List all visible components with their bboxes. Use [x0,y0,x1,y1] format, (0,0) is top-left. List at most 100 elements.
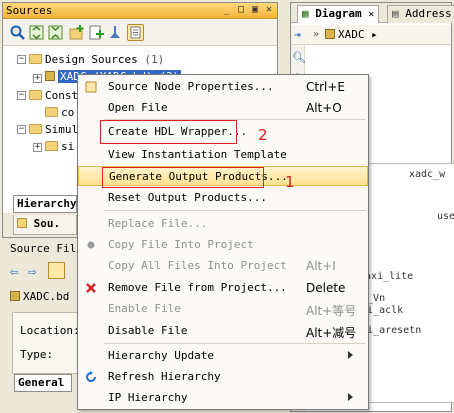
menu-view-instantiation-template[interactable]: View Instantiation Template [78,145,368,165]
menu-label: Reset Output Products... [108,191,267,204]
close-icon[interactable]: ✕ [263,4,275,16]
collapse-all-icon[interactable] [28,24,45,41]
submenu-arrow-icon [348,351,353,359]
menu-enable-file[interactable]: Enable File Alt+等号 [78,299,368,319]
tree-label: Simul [45,123,79,136]
location-label: Location: [20,324,80,337]
expand-toggle[interactable]: + [33,143,42,152]
menu-ip-hierarchy[interactable]: IP Hierarchy [78,388,368,408]
back-arrow-icon[interactable]: ⇦ [10,264,18,280]
sources-toolbar [3,20,277,46]
block-design-icon [45,71,55,81]
block-title: xadc_w [409,169,446,180]
expand-all-icon[interactable] [47,24,64,41]
folder-icon [29,124,42,134]
address-tab-label: Address [405,7,452,20]
tab-address[interactable]: ▤ Address [387,5,454,23]
block-design-icon [325,29,335,39]
diagram-tab-label: Diagram [315,7,362,20]
expand-toggle[interactable]: − [17,55,26,64]
menu-separator [104,343,366,344]
menu-copy-all-files-into-project[interactable]: Copy All Files Into Project Alt+I [78,256,368,276]
props-toolbar: ⇦ ⇨ [10,262,74,280]
pin-icon[interactable]: ⇥ [294,28,301,41]
sources-tab-icon [17,218,27,228]
copy-dot-icon [85,239,97,251]
refresh-icon [85,371,97,383]
restore-icon[interactable]: □ [235,4,247,16]
search-icon[interactable] [9,24,26,41]
tree-item-sim[interactable]: si [45,139,74,154]
diagram-breadcrumb: ⇥ » XADC ▸ [291,25,451,45]
menu-shortcut: Alt+O [306,101,342,115]
show-properties-icon[interactable] [127,24,144,41]
menu-label: Remove File from Project... [108,281,287,294]
menu-open-file[interactable]: Open File Alt+O [78,98,368,118]
menu-label: IP Hierarchy [108,391,188,404]
expand-toggle[interactable]: − [17,91,26,100]
props-file: XADC.bd [10,290,69,303]
menu-shortcut: Delete [306,281,346,295]
context-menu: Source Node Properties... Ctrl+E Open Fi… [77,74,369,410]
close-icon[interactable]: ✕ [368,9,374,20]
add-file-icon[interactable] [88,24,105,41]
expand-toggle[interactable]: + [33,74,42,83]
folder-icon [45,141,58,151]
properties-icon [85,81,97,93]
minimize-icon[interactable]: _ [221,4,233,16]
menu-replace-file[interactable]: Replace File... [78,214,368,234]
callout-number-2: 2 [258,126,268,144]
menu-label: View Instantiation Template [108,148,287,161]
add-sources-icon[interactable] [69,24,86,41]
menu-separator [104,210,366,211]
tree-item-constraints[interactable]: Const [29,88,78,103]
menu-refresh-hierarchy[interactable]: Refresh Hierarchy [78,367,368,387]
tree-count: (1) [144,53,165,66]
menu-shortcut: Alt+等号 [306,304,357,318]
move-up-icon[interactable] [107,24,124,41]
maximize-icon[interactable]: ▣ [249,4,261,16]
submenu-arrow-icon [348,393,353,401]
tree-label: si [61,140,75,153]
forward-arrow-icon[interactable]: ⇨ [28,264,36,280]
menu-label: Source Node Properties... [108,80,274,93]
menu-label: Replace File... [108,217,208,230]
zoom-in-icon[interactable]: 🔍︎ [292,51,306,64]
menu-label: Hierarchy Update [108,349,214,362]
tab-hierarchy[interactable]: Hierarchy [13,195,77,213]
menu-shortcut: Alt+减号 [306,326,357,340]
tree-label: Design Sources [45,53,138,66]
tree-item-simulation[interactable]: Simul [29,122,78,137]
block-label-use: use [437,211,454,222]
breadcrumb-xadc[interactable]: XADC ▸ [325,28,378,41]
tab-general[interactable]: General [14,374,72,392]
tab-diagram[interactable]: ▦ Diagram ✕ [297,5,380,23]
tree-item-design-sources[interactable]: Design Sources (1) [29,52,164,67]
type-label: Type: [20,348,54,361]
props-title: Source File [10,242,83,255]
menu-shortcut: Alt+I [306,259,336,273]
menu-label: Disable File [108,324,188,337]
menu-shortcut: Ctrl+E [306,80,345,94]
sources-header: Sources _ □ ▣ ✕ [3,3,277,19]
expand-toggle[interactable]: − [17,125,26,134]
menu-remove-file-from-project[interactable]: Remove File from Project... Delete [78,278,368,298]
menu-label: Copy File Into Project [108,238,254,251]
block-design-icon [10,291,20,301]
menu-disable-file[interactable]: Disable File Alt+减号 [78,321,368,341]
menu-label: Enable File [108,302,181,315]
folder-icon [29,90,42,100]
tab-sources[interactable]: Sou. [13,215,77,235]
menu-source-node-properties[interactable]: Source Node Properties... Ctrl+E [78,77,368,97]
menu-hierarchy-update[interactable]: Hierarchy Update [78,346,368,366]
tree-item-constrs[interactable]: co [45,105,74,120]
chip-settings-icon[interactable] [48,262,65,279]
menu-reset-output-products[interactable]: Reset Output Products... [78,188,368,208]
menu-copy-file-into-project[interactable]: Copy File Into Project [78,235,368,255]
tree-label: Const [45,89,79,102]
sources-tab-label: Sou. [33,217,61,230]
folder-icon [45,107,58,117]
callout-number-1: 1 [285,173,295,191]
sources-title: Sources [6,4,53,17]
props-details-box [12,312,78,374]
